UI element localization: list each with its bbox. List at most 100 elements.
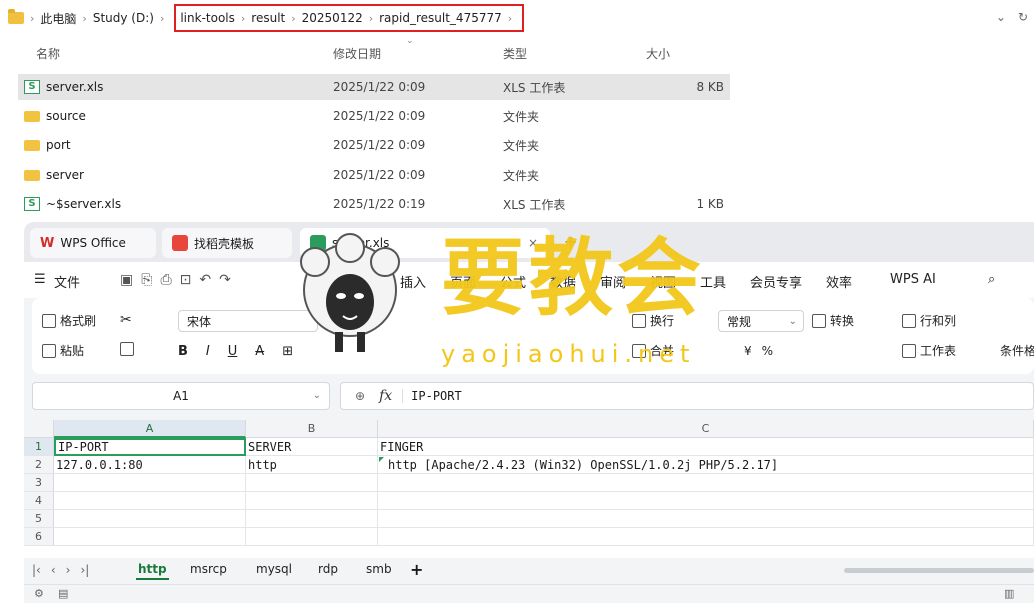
wrap-button[interactable]: 换行 — [632, 312, 674, 329]
cell-empty[interactable] — [54, 510, 246, 528]
cell-empty[interactable] — [246, 528, 378, 546]
column-date[interactable]: 修改日期 — [333, 45, 381, 62]
menu-formula[interactable]: 公式 — [500, 272, 526, 291]
cell-c1[interactable]: FINGER — [378, 438, 1034, 456]
refresh-icon[interactable]: ↻ — [1018, 10, 1028, 24]
column-type[interactable]: 类型 — [503, 45, 527, 62]
cell-empty[interactable] — [246, 492, 378, 510]
italic-icon[interactable]: I — [206, 344, 210, 359]
font-select[interactable]: 宋体 — [178, 310, 318, 332]
menu-wps-ai[interactable]: WPS AI — [890, 272, 936, 287]
formula-input[interactable]: ⊕ fx IP-PORT — [340, 382, 1034, 410]
column-name[interactable]: 名称 — [36, 45, 60, 62]
first-sheet-icon[interactable]: |‹ — [32, 563, 41, 577]
close-icon[interactable]: × — [528, 236, 538, 250]
file-row[interactable]: source 2025/1/22 0:09 文件夹 — [18, 103, 730, 129]
percent-button[interactable]: % — [762, 344, 773, 358]
breadcrumb-link-tools[interactable]: link-tools — [180, 11, 235, 25]
tab-wps-office[interactable]: W WPS Office — [30, 228, 156, 258]
cell-b2[interactable]: http — [246, 456, 378, 474]
cell-empty[interactable] — [54, 492, 246, 510]
file-row[interactable]: server 2025/1/22 0:09 文件夹 — [18, 162, 730, 188]
fx-icon[interactable]: fx — [379, 388, 392, 404]
row-header[interactable]: 2 — [24, 456, 54, 474]
new-tab-icon[interactable]: + — [564, 232, 577, 251]
merge-button[interactable]: 合并 — [632, 342, 674, 359]
undo-icon[interactable]: ↶ — [199, 272, 211, 288]
next-sheet-icon[interactable]: › — [66, 563, 71, 577]
cell-a2[interactable]: 127.0.0.1:80 — [54, 456, 246, 474]
export-icon[interactable]: ⎘ — [141, 272, 152, 288]
number-format-select[interactable]: 常规 ⌄ — [718, 310, 804, 332]
menu-tools[interactable]: 工具 — [700, 272, 726, 291]
add-sheet-button[interactable]: + — [410, 560, 423, 579]
macro-icon[interactable]: ⚙ — [34, 587, 44, 600]
preview-icon[interactable]: ⊡ — [180, 272, 192, 288]
redo-icon[interactable]: ↷ — [219, 272, 231, 288]
row-header[interactable]: 5 — [24, 510, 54, 528]
save-icon[interactable]: ▣ — [120, 272, 133, 288]
menu-file[interactable]: 文件 — [54, 272, 80, 291]
sheet-tab-mysql[interactable]: mysql — [256, 562, 292, 576]
sheet-tab-smb[interactable]: smb — [366, 562, 392, 576]
breadcrumb-result[interactable]: result — [251, 11, 285, 25]
cell-empty[interactable] — [378, 474, 1034, 492]
chevron-down-icon[interactable]: ⌄ — [996, 10, 1006, 24]
breadcrumb-this-pc[interactable]: 此电脑 — [40, 10, 76, 27]
file-row[interactable]: S ~$server.xls 2025/1/22 0:19 XLS 工作表 1 … — [18, 191, 730, 217]
currency-icon[interactable]: ¥ — [744, 344, 752, 358]
tab-server-xls[interactable]: server.xls × — [300, 228, 550, 258]
menu-icon[interactable]: ☰ — [34, 272, 46, 287]
bold-icon[interactable]: B — [178, 344, 188, 359]
menu-member[interactable]: 会员专享 — [750, 272, 802, 291]
cell-empty[interactable] — [378, 528, 1034, 546]
last-sheet-icon[interactable]: ›| — [80, 563, 89, 577]
breadcrumb-drive[interactable]: Study (D:) — [93, 11, 154, 25]
cell-empty[interactable] — [54, 528, 246, 546]
zoom-icon[interactable]: ⊕ — [355, 389, 365, 403]
row-col-button[interactable]: 行和列 — [902, 312, 956, 329]
menu-view[interactable]: 视图 — [650, 272, 676, 291]
underline-icon[interactable]: U — [228, 344, 238, 359]
column-size[interactable]: 大小 — [646, 45, 670, 62]
select-all-corner[interactable] — [24, 420, 54, 438]
strikethrough-icon[interactable]: A — [255, 344, 264, 359]
menu-home[interactable]: 开始 — [350, 272, 377, 297]
cell-empty[interactable] — [246, 474, 378, 492]
copy-button[interactable] — [120, 342, 134, 356]
breadcrumb-rapid-result[interactable]: rapid_result_475777 — [379, 11, 502, 25]
cell-empty[interactable] — [246, 510, 378, 528]
menu-insert[interactable]: 插入 — [400, 272, 426, 291]
format-painter-button[interactable]: 格式刷 — [42, 312, 96, 329]
menu-data[interactable]: 数据 — [550, 272, 576, 291]
search-icon[interactable]: ⌕ — [988, 272, 995, 287]
prev-sheet-icon[interactable]: ‹ — [51, 563, 56, 577]
breadcrumb-date[interactable]: 20250122 — [302, 11, 363, 25]
cell-a1[interactable]: IP-PORT — [54, 438, 246, 456]
row-header[interactable]: 3 — [24, 474, 54, 492]
horizontal-scrollbar[interactable] — [844, 568, 1034, 573]
sheet-tab-http[interactable]: http — [136, 562, 169, 580]
doc-icon[interactable]: ▤ — [58, 587, 68, 600]
conditional-format-button[interactable]: 条件格 — [1000, 342, 1034, 359]
view-icon[interactable]: ▥ — [1004, 587, 1014, 600]
menu-efficiency[interactable]: 效率 — [826, 272, 852, 291]
file-row[interactable]: port 2025/1/22 0:09 文件夹 — [18, 132, 730, 158]
row-header[interactable]: 6 — [24, 528, 54, 546]
file-row[interactable]: S server.xls 2025/1/22 0:09 XLS 工作表 8 KB — [18, 74, 730, 100]
paste-button[interactable]: 粘贴 — [42, 342, 84, 359]
sheet-tab-msrcp[interactable]: msrcp — [190, 562, 227, 576]
menu-page[interactable]: 页面 — [450, 272, 476, 291]
address-bar[interactable]: › 此电脑 › Study (D:) › link-tools › result… — [0, 0, 1034, 36]
cell-c2[interactable]: http [Apache/2.4.23 (Win32) OpenSSL/1.0.… — [378, 456, 1034, 474]
print-icon[interactable]: ⎙ — [160, 272, 171, 288]
column-header-b[interactable]: B — [246, 420, 378, 438]
worksheet-button[interactable]: 工作表 — [902, 342, 956, 359]
cell-empty[interactable] — [54, 474, 246, 492]
row-header[interactable]: 4 — [24, 492, 54, 510]
tab-template[interactable]: 找稻壳模板 — [162, 228, 292, 258]
convert-button[interactable]: 转换 — [812, 312, 854, 329]
menu-review[interactable]: 审阅 — [600, 272, 626, 291]
cell-empty[interactable] — [378, 492, 1034, 510]
column-header-a[interactable]: A — [54, 420, 246, 438]
